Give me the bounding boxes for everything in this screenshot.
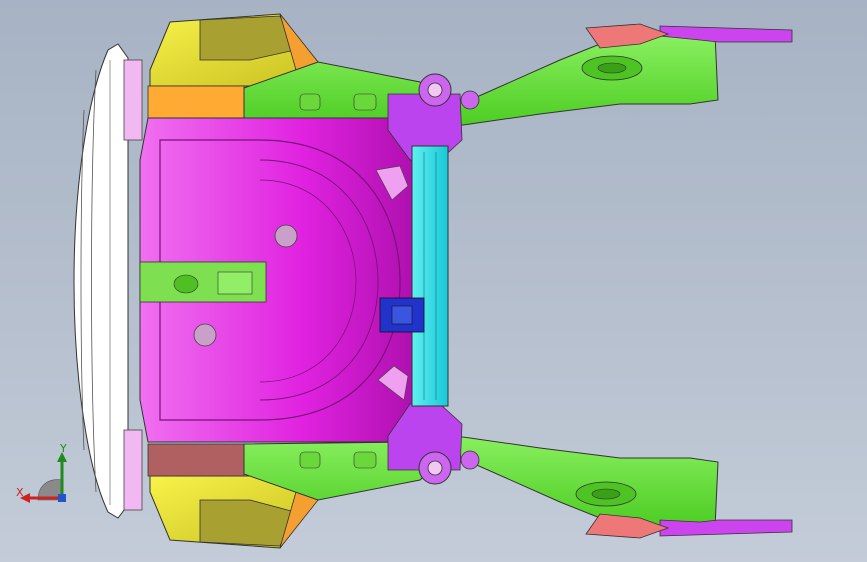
rear-underbody-model[interactable] [0, 0, 867, 562]
rear-bumper-beam[interactable] [73, 43, 143, 519]
right-rear-rail[interactable] [243, 433, 719, 529]
right-rear-extension-brown[interactable] [147, 443, 245, 477]
z-axis-marker [58, 494, 66, 502]
left-rear-extension-orange[interactable] [147, 85, 245, 119]
coordinate-triad [20, 452, 67, 503]
floor-center-bracket[interactable] [139, 261, 267, 303]
cad-viewport[interactable]: X Y [0, 0, 867, 562]
left-rear-rail[interactable] [243, 33, 719, 129]
rear-cross-member[interactable] [411, 145, 449, 407]
x-axis-label: X [16, 486, 24, 499]
center-bracket[interactable] [379, 297, 425, 333]
y-axis-label: Y [60, 442, 67, 455]
